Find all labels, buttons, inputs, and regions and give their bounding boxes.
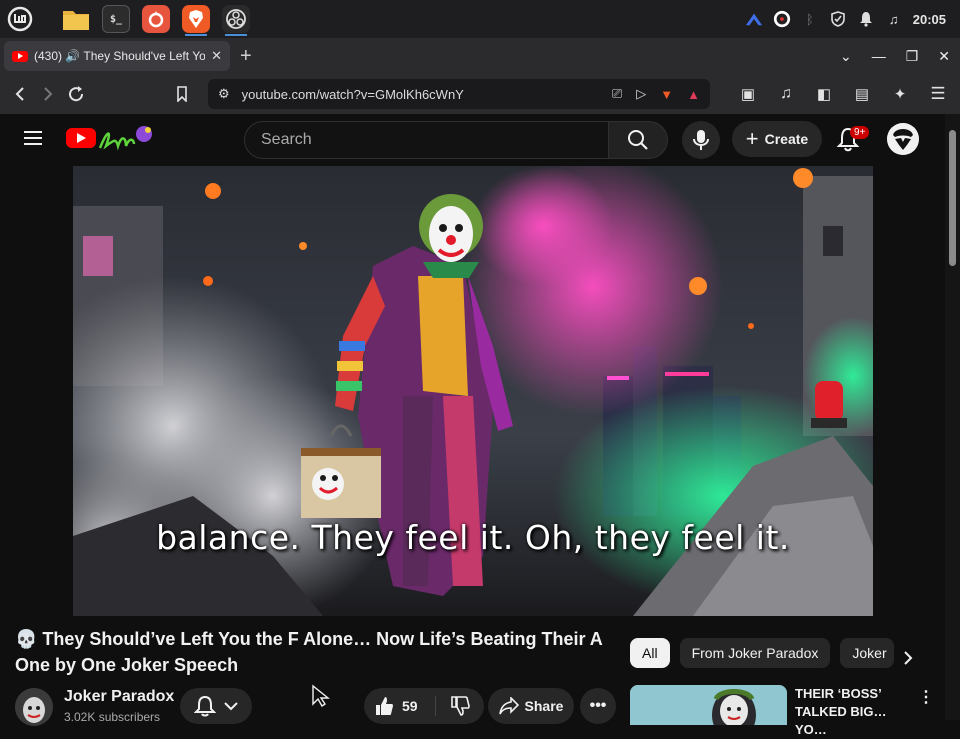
- url-text[interactable]: youtube.com/watch?v=GMolKh6cWnY: [242, 87, 612, 102]
- search-button[interactable]: [608, 121, 668, 159]
- like-button[interactable]: 59: [364, 696, 436, 716]
- wallet-icon[interactable]: ▤: [848, 80, 876, 108]
- create-label: Create: [764, 131, 809, 147]
- related-chips: All From Joker Paradox Joker: [630, 638, 895, 668]
- notification-bell-icon[interactable]: [857, 10, 875, 28]
- sidebar-icon[interactable]: ◧: [810, 80, 838, 108]
- thumbs-up-icon: [376, 697, 393, 715]
- close-window-icon[interactable]: ✕: [938, 48, 950, 65]
- subscription-notification-button[interactable]: [180, 688, 252, 724]
- share-button[interactable]: Share: [488, 688, 574, 724]
- chevron-down-icon[interactable]: ⌄: [840, 48, 852, 65]
- dislike-button[interactable]: [436, 696, 484, 716]
- firefox-icon[interactable]: [142, 5, 170, 33]
- more-actions-button[interactable]: •••: [580, 688, 616, 724]
- create-button[interactable]: + Create: [732, 121, 822, 157]
- chip-all[interactable]: All: [630, 638, 670, 668]
- account-avatar[interactable]: [887, 123, 919, 155]
- back-icon[interactable]: [6, 80, 34, 108]
- youtube-page: Search + Create 9+ balance. They feel it…: [0, 114, 960, 737]
- video-player[interactable]: balance. They feel it. Oh, they feel it.: [73, 166, 873, 616]
- recommended-title-line-1: THEIR ‘BOSS’: [795, 686, 882, 701]
- youtube-doodle-icon[interactable]: [98, 124, 154, 152]
- microphone-icon: [693, 130, 709, 150]
- recommended-title-line-2: TALKED BIG… YO…: [795, 704, 887, 737]
- bookmark-icon[interactable]: [168, 80, 196, 108]
- obs-icon[interactable]: [222, 5, 250, 36]
- video-title-line-1: 💀 They Should’ve Left You the F Alone… N…: [15, 629, 603, 649]
- reader-mode-icon[interactable]: ▣: [734, 80, 762, 108]
- video-caption: balance. They feel it. Oh, they feel it.: [156, 518, 790, 557]
- youtube-favicon-icon: [12, 50, 28, 62]
- tab-strip: (430) 🔊 They Should've Left You the F Al…: [0, 38, 960, 74]
- tab-youtube[interactable]: (430) 🔊 They Should've Left You the F Al…: [4, 41, 230, 71]
- terminal-icon[interactable]: $_: [102, 5, 130, 33]
- youtube-header: Search + Create 9+: [0, 114, 945, 164]
- voice-search-button[interactable]: [682, 121, 720, 159]
- system-tray: ᛒ ♫ 20:05: [745, 0, 946, 38]
- recommended-video[interactable]: THEIR ‘BOSS’ TALKED BIG… YO… ⋮: [630, 685, 934, 737]
- chip-from-channel[interactable]: From Joker Paradox: [679, 638, 831, 668]
- toolbar-actions: ▣ ♫ ◧ ▤ ✦ ☰: [734, 80, 952, 108]
- brave-rewards-icon[interactable]: ▲: [687, 87, 700, 102]
- notification-count-badge: 9+: [850, 126, 870, 139]
- channel-avatar[interactable]: [15, 688, 53, 726]
- scrollbar-thumb[interactable]: [949, 130, 956, 266]
- files-icon[interactable]: [60, 3, 92, 35]
- send-icon[interactable]: ▷: [636, 86, 646, 102]
- window-controls: ⌄ — ❐ ✕: [840, 38, 950, 74]
- thumbs-down-icon: [451, 696, 470, 716]
- guide-menu-icon[interactable]: [24, 131, 42, 145]
- new-tab-plus-icon[interactable]: +: [240, 45, 252, 68]
- like-count: 59: [402, 698, 418, 714]
- close-tab-icon[interactable]: ✕: [211, 48, 222, 64]
- vpn-icon[interactable]: [745, 10, 763, 28]
- owner-row: Joker Paradox 3.02K subscribers 59 Share…: [0, 684, 620, 726]
- recommended-thumbnail[interactable]: [630, 685, 787, 725]
- chevron-down-icon: [224, 702, 238, 711]
- youtube-logo[interactable]: [66, 128, 96, 148]
- obs-tray-icon[interactable]: [773, 10, 791, 28]
- restore-icon[interactable]: ❐: [906, 48, 919, 65]
- clock[interactable]: 20:05: [913, 12, 946, 27]
- menu-icon[interactable]: ☰: [924, 80, 952, 108]
- subscriber-count: 3.02K subscribers: [64, 710, 161, 724]
- share-arrow-icon: [498, 697, 519, 715]
- site-info-icon[interactable]: ⚙: [218, 86, 230, 102]
- share-label: Share: [524, 698, 564, 714]
- search-icon: [628, 130, 648, 150]
- brave-shields-icon[interactable]: ▼: [660, 87, 673, 102]
- media-controls-icon[interactable]: ♫: [772, 80, 800, 108]
- taskbar: $_ ᛒ ♫ 20:05: [0, 0, 960, 38]
- search-input[interactable]: Search: [244, 121, 608, 159]
- more-horizontal-icon: •••: [589, 697, 607, 714]
- mouse-cursor-icon: [312, 684, 330, 707]
- chip-joker[interactable]: Joker: [840, 638, 895, 668]
- plus-icon: +: [745, 126, 759, 151]
- browser-toolbar: ⚙ youtube.com/watch?v=GMolKh6cWnY ⎚ ▷ ▼ …: [0, 74, 960, 114]
- music-note-icon[interactable]: ♫: [885, 10, 903, 28]
- brave-icon[interactable]: [182, 5, 210, 36]
- bell-icon: [194, 695, 216, 717]
- video-title: 💀 They Should’ve Left You the F Alone… N…: [15, 626, 615, 678]
- tab-title: (430) 🔊 They Should've Left You the F Al…: [34, 49, 206, 63]
- mint-menu-icon[interactable]: [4, 3, 36, 35]
- forward-icon[interactable]: [34, 80, 62, 108]
- leo-ai-icon[interactable]: ✦: [886, 80, 914, 108]
- like-dislike-group: 59: [364, 688, 484, 724]
- bluetooth-icon[interactable]: ᛒ: [801, 10, 819, 28]
- address-bar[interactable]: ⚙ youtube.com/watch?v=GMolKh6cWnY ⎚ ▷ ▼ …: [208, 79, 710, 109]
- shield-icon[interactable]: [829, 10, 847, 28]
- chevron-right-icon[interactable]: [896, 646, 920, 670]
- page-scrollbar[interactable]: [945, 114, 960, 720]
- cast-icon[interactable]: ⎚: [612, 86, 622, 102]
- channel-name[interactable]: Joker Paradox: [64, 688, 174, 706]
- reload-icon[interactable]: [62, 80, 90, 108]
- minimize-icon[interactable]: —: [872, 48, 886, 64]
- recommended-title[interactable]: THEIR ‘BOSS’ TALKED BIG… YO…: [795, 685, 915, 739]
- recommended-menu-icon[interactable]: ⋮: [918, 687, 934, 707]
- video-title-line-2: One by One Joker Speech: [15, 655, 239, 675]
